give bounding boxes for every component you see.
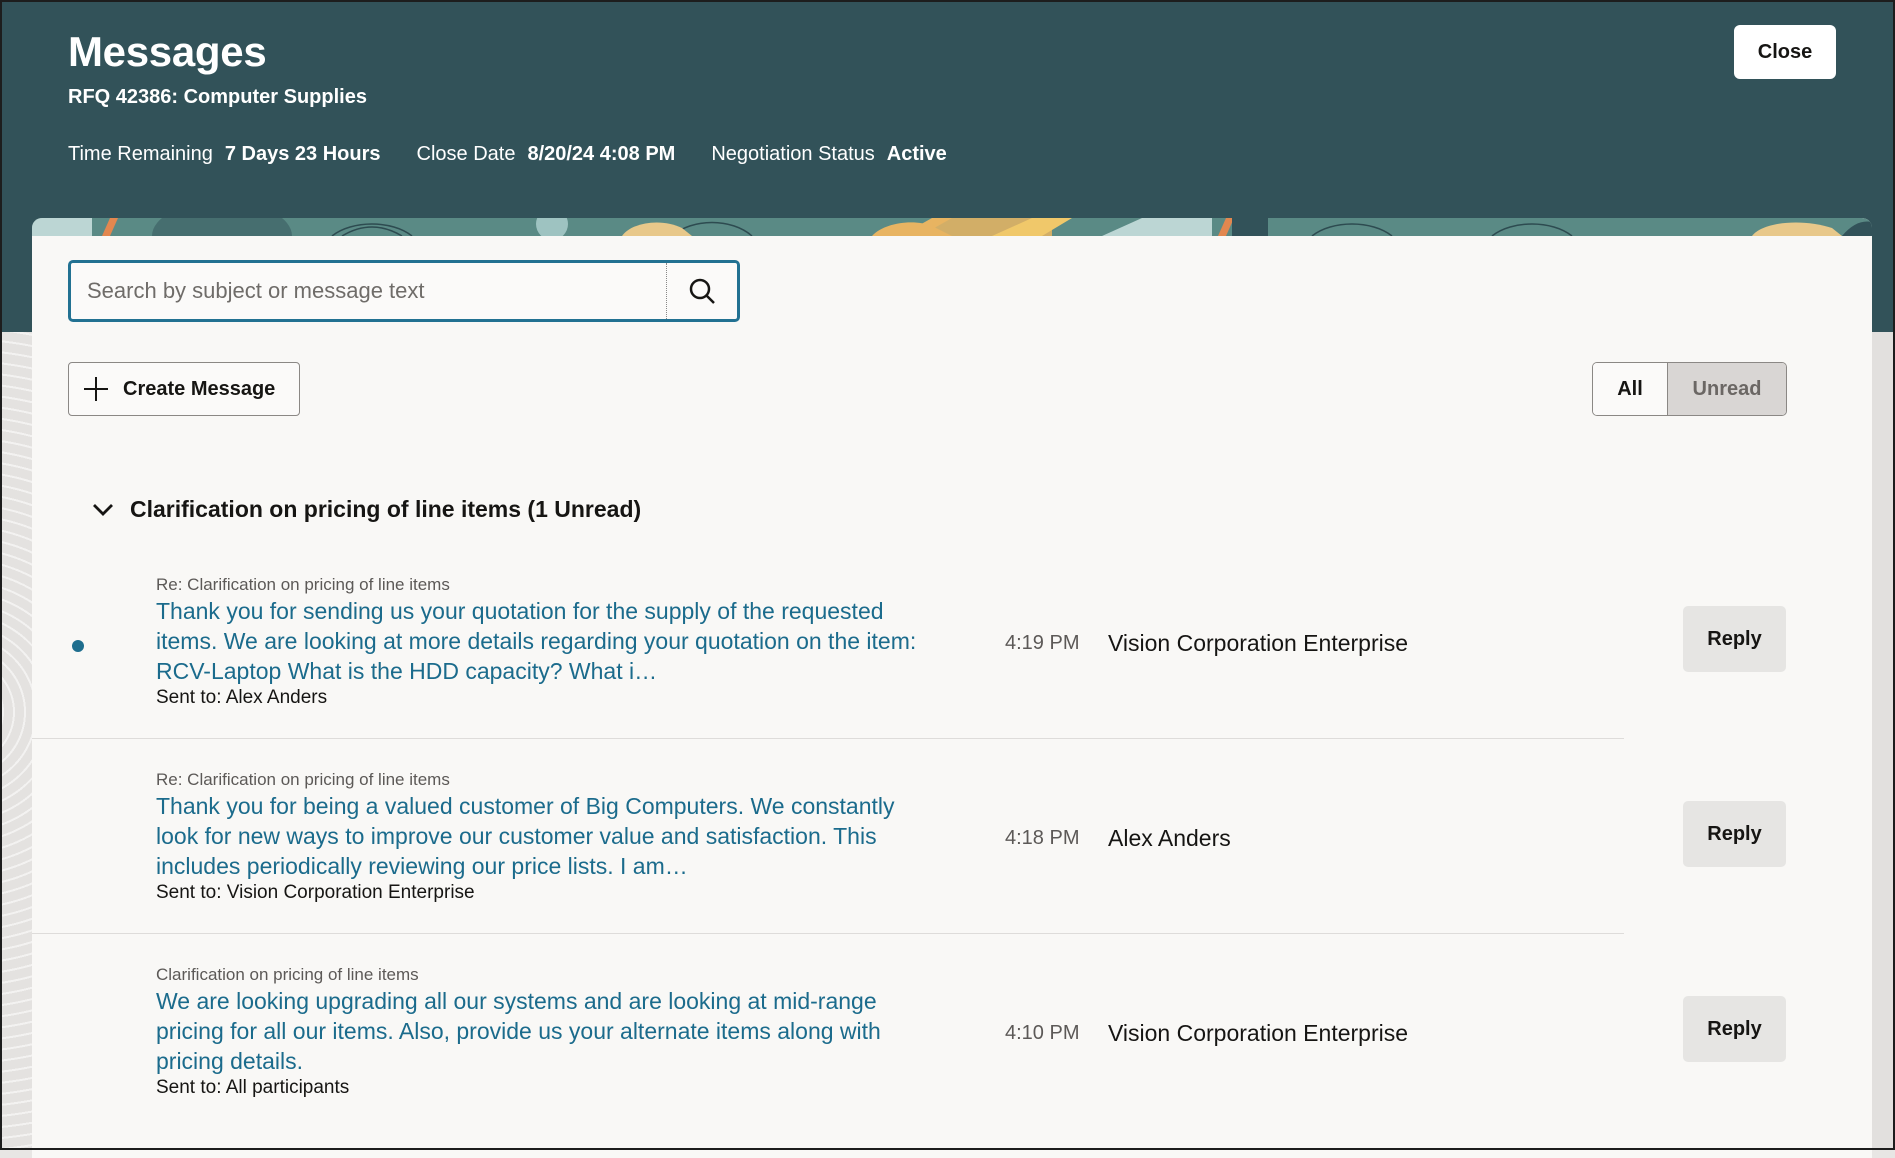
decorative-banner <box>32 218 1872 236</box>
message-time: 4:10 PM <box>1005 1022 1080 1044</box>
rfq-subtitle: RFQ 42386: Computer Supplies <box>68 86 367 108</box>
scrollbar-track[interactable] <box>1872 332 1895 1150</box>
meta-label: Negotiation Status <box>711 143 875 165</box>
message-body-link[interactable]: Thank you for sending us your quotation … <box>156 596 936 686</box>
message-content: Re: Clarification on pricing of line ite… <box>156 769 936 905</box>
meta-close-date: Close Date 8/20/24 4:08 PM <box>417 143 676 166</box>
filter-unread-button[interactable]: Unread <box>1668 363 1786 415</box>
page-title: Messages <box>68 28 267 75</box>
meta-value: 8/20/24 4:08 PM <box>527 143 676 165</box>
search-input[interactable] <box>71 263 666 319</box>
meta-label: Close Date <box>416 143 516 165</box>
close-button[interactable]: Close <box>1734 25 1836 79</box>
message-recipients: Sent to: Vision Corporation Enterprise <box>156 882 475 903</box>
read-filter-toggle: All Unread <box>1592 362 1787 416</box>
message-subject: Re: Clarification on pricing of line ite… <box>156 770 450 789</box>
meta-time-remaining: Time Remaining 7 Days 23 Hours <box>68 143 381 166</box>
message-body-link[interactable]: Thank you for being a valued customer of… <box>156 791 936 881</box>
meta-value: 7 Days 23 Hours <box>224 143 381 165</box>
message-time: 4:19 PM <box>1005 632 1080 654</box>
message-sender: Vision Corporation Enterprise <box>1108 1020 1409 1046</box>
message-recipients: Sent to: All participants <box>156 1077 350 1098</box>
message-row: Re: Clarification on pricing of line ite… <box>32 544 1872 739</box>
status-badge: Active <box>886 143 947 165</box>
message-row: Clarification on pricing of line items W… <box>32 934 1872 1129</box>
message-content: Re: Clarification on pricing of line ite… <box>156 574 936 710</box>
message-row: Re: Clarification on pricing of line ite… <box>32 739 1872 934</box>
message-body-link[interactable]: We are looking upgrading all our systems… <box>156 986 936 1076</box>
message-subject: Clarification on pricing of line items <box>156 965 419 984</box>
filter-all-button[interactable]: All <box>1593 363 1668 415</box>
search-button[interactable] <box>666 263 737 319</box>
search-box <box>68 260 740 322</box>
message-recipients: Sent to: Alex Anders <box>156 687 328 708</box>
message-sender: Alex Anders <box>1108 825 1231 851</box>
message-time: 4:18 PM <box>1005 827 1080 849</box>
unread-indicator <box>72 640 84 652</box>
chevron-down-icon[interactable] <box>92 503 114 517</box>
create-message-button[interactable]: Create Message <box>68 362 300 416</box>
message-sender: Vision Corporation Enterprise <box>1108 630 1409 656</box>
meta-negotiation-status: Negotiation Status Active <box>711 143 946 166</box>
search-icon <box>689 278 715 304</box>
plus-icon <box>84 377 108 401</box>
reply-button[interactable]: Reply <box>1683 801 1786 867</box>
meta-label: Time Remaining <box>68 143 213 165</box>
reply-button[interactable]: Reply <box>1683 606 1786 672</box>
messages-panel: Create Message All Unread Clarification … <box>32 218 1872 1158</box>
negotiation-meta: Time Remaining 7 Days 23 Hours Close Dat… <box>68 143 983 166</box>
message-subject: Re: Clarification on pricing of line ite… <box>156 575 450 594</box>
message-group-title: Clarification on pricing of line items (… <box>130 496 642 522</box>
message-content: Clarification on pricing of line items W… <box>156 964 936 1100</box>
reply-button[interactable]: Reply <box>1683 996 1786 1062</box>
message-group-header[interactable]: Clarification on pricing of line items (… <box>92 496 641 523</box>
create-message-label: Create Message <box>123 377 276 400</box>
